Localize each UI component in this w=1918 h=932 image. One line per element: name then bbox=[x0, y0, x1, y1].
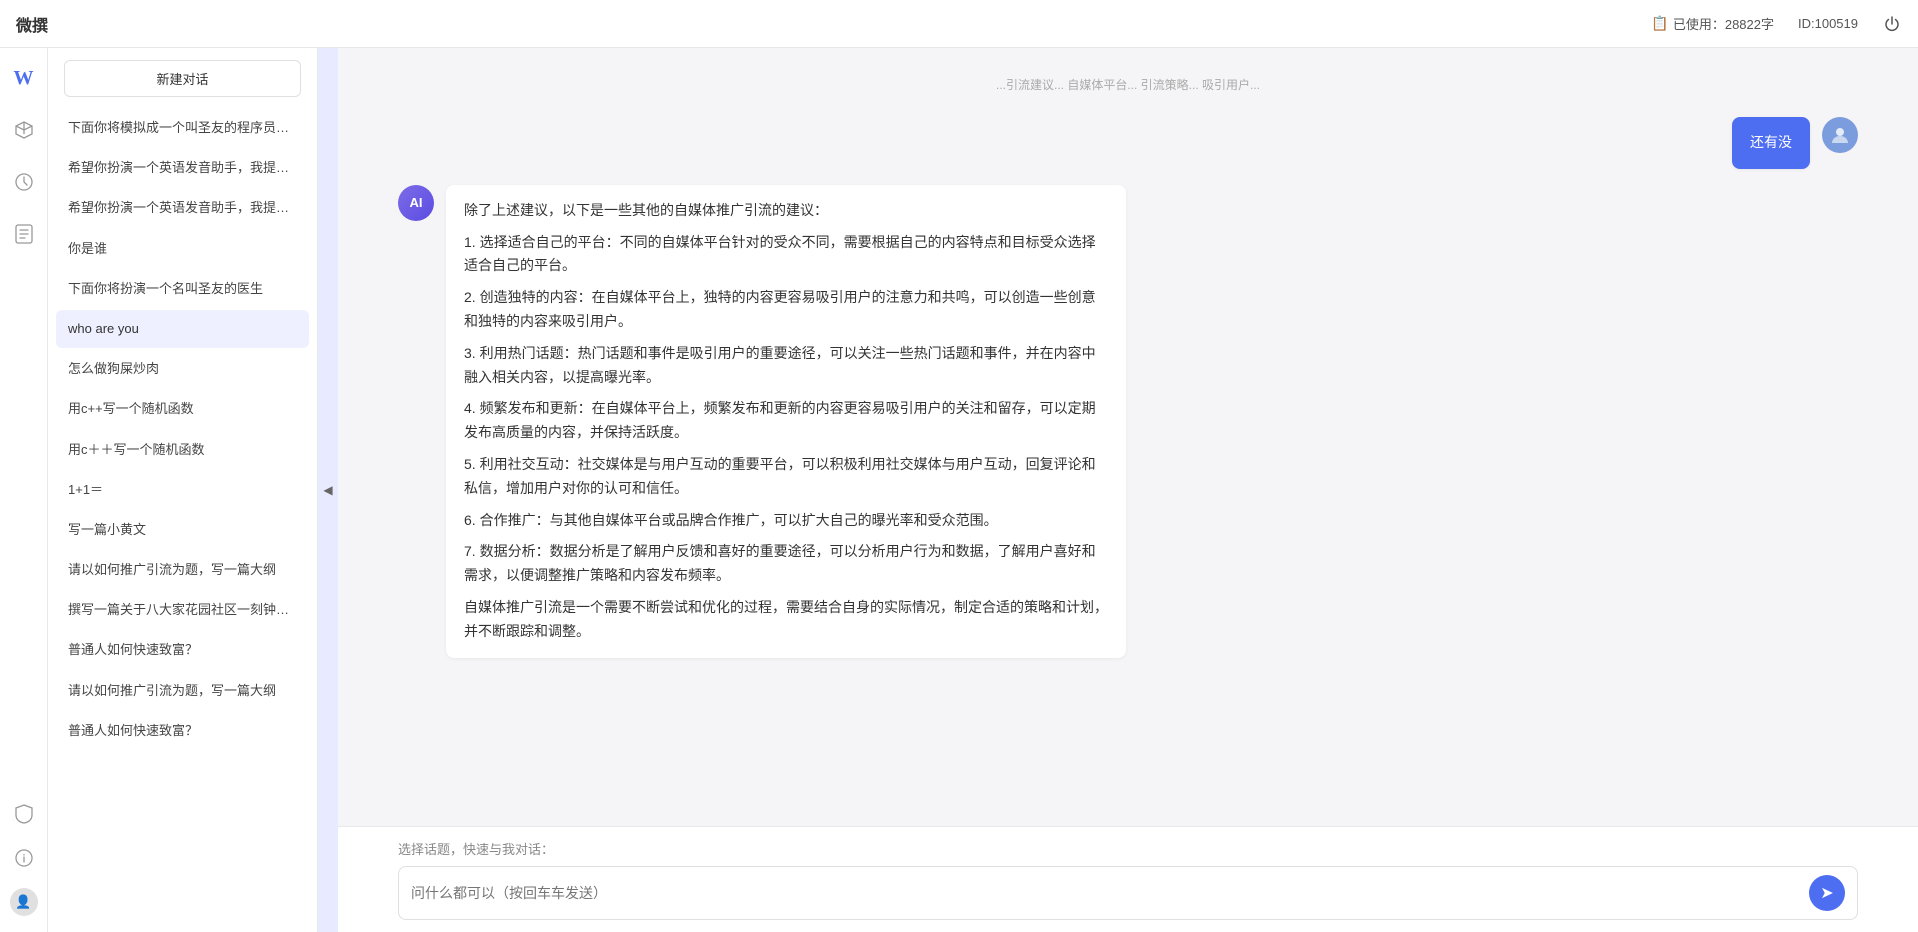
ai-response-text: 除了上述建议，以下是一些其他的自媒体推广引流的建议：1. 选择适合自己的平台：不… bbox=[464, 199, 1108, 644]
message-bubble: 还有没 bbox=[1732, 117, 1810, 169]
conversation-item[interactable]: 你是谁 bbox=[56, 230, 309, 268]
usage-info: 📋 已使用：28822字 bbox=[1651, 14, 1774, 33]
send-icon: ➤ bbox=[1820, 883, 1833, 903]
conversation-item[interactable]: 请以如何推广引流为题，写一篇大纲 bbox=[56, 551, 309, 589]
nav-icon-info[interactable] bbox=[10, 844, 38, 872]
conversation-item[interactable]: 1+1＝ bbox=[56, 471, 309, 509]
nav-icon-cube[interactable] bbox=[10, 116, 38, 144]
main-layout: W bbox=[0, 48, 1918, 932]
conversation-item[interactable]: 用c++写一个随机函数 bbox=[56, 390, 309, 428]
nav-icon-user[interactable]: 👤 bbox=[10, 888, 38, 916]
conversation-item[interactable]: 怎么做狗屎炒肉 bbox=[56, 350, 309, 388]
icon-sidebar-bottom: 👤 bbox=[10, 800, 38, 916]
conversation-item[interactable]: 下面你将模拟成一个叫圣友的程序员，我说... bbox=[56, 109, 309, 147]
input-row: ➤ bbox=[398, 866, 1858, 920]
truncated-message: ...引流建议... 自媒体平台... 引流策略... 吸引用户... bbox=[398, 68, 1858, 101]
conv-sidebar: 新建对话 下面你将模拟成一个叫圣友的程序员，我说...希望你扮演一个英语发音助手… bbox=[48, 48, 318, 932]
chat-input[interactable] bbox=[411, 885, 1801, 901]
usage-text: 已使用：28822字 bbox=[1673, 14, 1774, 33]
message-row: AI 除了上述建议，以下是一些其他的自媒体推广引流的建议：1. 选择适合自己的平台… bbox=[398, 185, 1858, 658]
chat-input-area: 选择话题，快速与我对话： ➤ bbox=[338, 826, 1918, 932]
icon-sidebar: W bbox=[0, 48, 48, 932]
user-id: ID:100519 bbox=[1798, 16, 1858, 31]
new-conversation-button[interactable]: 新建对话 bbox=[64, 60, 301, 97]
conversation-item[interactable]: 普通人如何快速致富？ bbox=[56, 712, 309, 750]
topbar: 微撰 📋 已使用：28822字 ID:100519 bbox=[0, 0, 1918, 48]
conversation-item[interactable]: 用c＋＋写一个随机函数 bbox=[56, 431, 309, 469]
power-button[interactable] bbox=[1882, 14, 1902, 34]
topbar-right: 📋 已使用：28822字 ID:100519 bbox=[1651, 14, 1902, 34]
message-bubble: 除了上述建议，以下是一些其他的自媒体推广引流的建议：1. 选择适合自己的平台：不… bbox=[446, 185, 1126, 658]
sidebar-toggle[interactable]: ◀ bbox=[318, 48, 338, 932]
conversation-item[interactable]: 普通人如何快速致富？ bbox=[56, 631, 309, 669]
doc-icon: 📋 bbox=[1651, 15, 1668, 32]
chevron-left-icon: ◀ bbox=[323, 483, 332, 497]
conversation-item[interactable]: 请以如何推广引流为题，写一篇大纲 bbox=[56, 672, 309, 710]
app-logo: 微撰 bbox=[16, 12, 48, 36]
conversation-item[interactable]: 希望你扮演一个英语发音助手，我提供给你... bbox=[56, 189, 309, 227]
conversation-item[interactable]: 撰写一篇关于八大家花园社区一刻钟便民生... bbox=[56, 591, 309, 629]
conversation-item[interactable]: who are you bbox=[56, 310, 309, 348]
conversation-list: 下面你将模拟成一个叫圣友的程序员，我说...希望你扮演一个英语发音助手，我提供给… bbox=[48, 109, 317, 932]
quick-prompts-label: 选择话题，快速与我对话： bbox=[398, 839, 1858, 858]
avatar: AI bbox=[398, 185, 434, 221]
conversation-item[interactable]: 写一篇小黄文 bbox=[56, 511, 309, 549]
nav-icon-shield[interactable] bbox=[10, 800, 38, 828]
nav-icon-document[interactable] bbox=[10, 220, 38, 248]
chat-messages: ...引流建议... 自媒体平台... 引流策略... 吸引用户... 还有没 A… bbox=[338, 48, 1918, 826]
send-button[interactable]: ➤ bbox=[1809, 875, 1845, 911]
conversation-item[interactable]: 下面你将扮演一个名叫圣友的医生 bbox=[56, 270, 309, 308]
avatar bbox=[1822, 117, 1858, 153]
message-row: 还有没 bbox=[398, 117, 1858, 169]
nav-icon-clock[interactable] bbox=[10, 168, 38, 196]
conversation-item[interactable]: 希望你扮演一个英语发音助手，我提供给你... bbox=[56, 149, 309, 187]
chat-main: ...引流建议... 自媒体平台... 引流策略... 吸引用户... 还有没 A… bbox=[338, 48, 1918, 932]
nav-icon-w[interactable]: W bbox=[10, 64, 38, 92]
